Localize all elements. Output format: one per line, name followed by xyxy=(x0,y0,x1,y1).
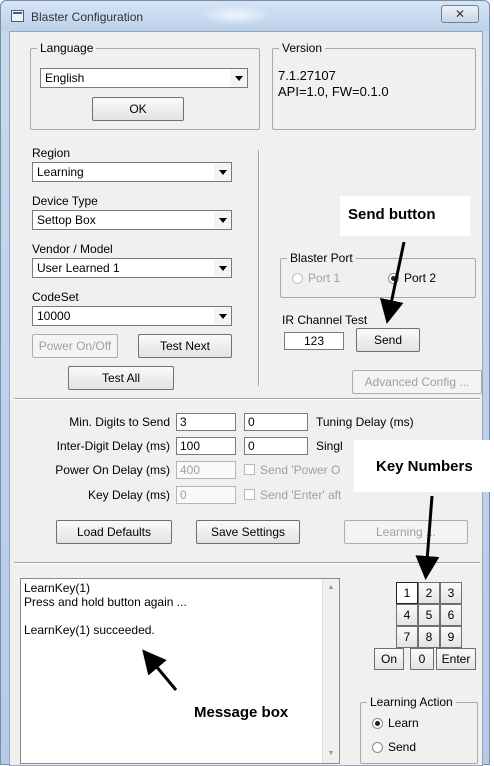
key-on[interactable]: On xyxy=(374,648,404,670)
send-power-label: Send 'Power O xyxy=(260,463,341,477)
device-type-combo[interactable]: Settop Box xyxy=(32,210,232,230)
message-line: LearnKey(1) xyxy=(24,581,91,595)
learn-radio-label: Learn xyxy=(388,716,419,730)
key-delay-input[interactable]: 0 xyxy=(176,486,236,504)
key-6[interactable]: 6 xyxy=(440,604,462,626)
message-line xyxy=(24,609,336,623)
codeset-label: CodeSet xyxy=(32,290,79,304)
chevron-down-icon[interactable] xyxy=(214,259,231,277)
inter-digit-label: Inter-Digit Delay (ms) xyxy=(56,439,170,453)
horizontal-separator-2 xyxy=(14,562,480,564)
port1-radio[interactable] xyxy=(292,273,303,284)
version-legend: Version xyxy=(279,41,326,55)
version-api-fw: API=1.0, FW=0.1.0 xyxy=(278,84,389,99)
window-title: Blaster Configuration xyxy=(31,10,144,24)
title-bar[interactable]: Blaster Configuration ✕ xyxy=(1,1,489,31)
send-radio-label: Send xyxy=(388,740,417,754)
port2-radio[interactable] xyxy=(388,273,399,284)
single-digit-label: Singl xyxy=(316,439,343,453)
send-enter-checkbox[interactable] xyxy=(244,489,255,500)
chevron-down-icon[interactable] xyxy=(214,163,231,181)
device-type-label: Device Type xyxy=(32,194,98,208)
send-button[interactable]: Send xyxy=(356,328,420,352)
language-legend: Language xyxy=(37,41,97,55)
vendor-model-label: Vendor / Model xyxy=(32,242,113,256)
language-combo[interactable]: English xyxy=(40,68,248,88)
learning-button[interactable]: Learning ... xyxy=(344,520,468,544)
power-on-delay-label: Power On Delay (ms) xyxy=(55,463,170,477)
tuning-delay-input[interactable]: 0 xyxy=(244,413,308,431)
send-enter-label: Send 'Enter' aft xyxy=(260,488,342,502)
learning-action-legend: Learning Action xyxy=(367,695,456,709)
ir-channel-test-label: IR Channel Test xyxy=(282,313,368,327)
message-line: Press and hold button again ... xyxy=(24,595,187,609)
region-label: Region xyxy=(32,146,71,160)
window: Blaster Configuration ✕ Language English… xyxy=(0,0,490,766)
load-defaults-button[interactable]: Load Defaults xyxy=(56,520,172,544)
message-box-annotation: Message box xyxy=(194,704,289,721)
key-4[interactable]: 4 xyxy=(396,604,418,626)
horizontal-separator-1 xyxy=(14,398,480,400)
test-all-button[interactable]: Test All xyxy=(68,366,174,390)
blaster-port-legend: Blaster Port xyxy=(287,251,356,265)
ir-channel-input[interactable]: 123 xyxy=(284,332,344,350)
key-8[interactable]: 8 xyxy=(418,626,440,648)
codeset-combo[interactable]: 10000 xyxy=(32,306,232,326)
message-line: LearnKey(1) succeeded. xyxy=(24,623,155,637)
min-digits-input[interactable]: 3 xyxy=(176,413,236,431)
scroll-down-icon[interactable]: ▼ xyxy=(323,747,339,761)
key-enter[interactable]: Enter xyxy=(436,648,476,670)
key-1[interactable]: 1 xyxy=(396,582,418,604)
power-on-delay-input[interactable]: 400 xyxy=(176,461,236,479)
key-2[interactable]: 2 xyxy=(418,582,440,604)
message-box[interactable]: LearnKey(1) Press and hold button again … xyxy=(20,578,340,764)
keypad: 1 2 3 4 5 6 7 8 9 On 0 Enter xyxy=(366,582,478,682)
version-number: 7.1.27107 xyxy=(278,68,336,83)
scroll-up-icon[interactable]: ▲ xyxy=(323,581,339,595)
port2-label: Port 2 xyxy=(404,271,437,285)
inter-digit-input[interactable]: 100 xyxy=(176,437,236,455)
key-3[interactable]: 3 xyxy=(440,582,462,604)
chevron-down-icon[interactable] xyxy=(214,211,231,229)
min-digits-label: Min. Digits to Send xyxy=(69,415,170,429)
message-scrollbar[interactable]: ▲ ▼ xyxy=(322,579,339,763)
codeset-combo-value: 10000 xyxy=(37,309,71,323)
send-power-checkbox[interactable] xyxy=(244,464,255,475)
title-glass-highlight xyxy=(201,5,271,25)
vendor-model-combo-value: User Learned 1 xyxy=(37,261,120,275)
learn-radio[interactable] xyxy=(372,718,383,729)
learning-action-group: Learning Action xyxy=(360,695,478,764)
vertical-separator xyxy=(258,150,260,386)
key-numbers-annotation: Key Numbers xyxy=(376,458,473,475)
key-delay-label: Key Delay (ms) xyxy=(87,488,170,502)
chevron-down-icon[interactable] xyxy=(214,307,231,325)
ok-button[interactable]: OK xyxy=(92,97,184,121)
send-button-annotation: Send button xyxy=(348,206,436,223)
send-radio[interactable] xyxy=(372,742,383,753)
close-button[interactable]: ✕ xyxy=(441,5,479,23)
port1-label: Port 1 xyxy=(308,271,341,285)
key-5[interactable]: 5 xyxy=(418,604,440,626)
vendor-model-combo[interactable]: User Learned 1 xyxy=(32,258,232,278)
key-7[interactable]: 7 xyxy=(396,626,418,648)
app-window-icon xyxy=(11,10,24,22)
key-9[interactable]: 9 xyxy=(440,626,462,648)
advanced-config-button[interactable]: Advanced Config ... xyxy=(352,370,482,394)
key-0[interactable]: 0 xyxy=(410,648,434,670)
region-combo[interactable]: Learning xyxy=(32,162,232,182)
chevron-down-icon[interactable] xyxy=(230,69,247,87)
device-type-combo-value: Settop Box xyxy=(37,213,96,227)
single-digit-input[interactable]: 0 xyxy=(244,437,308,455)
dialog-client-area: Language English OK Version 7.1.27107 AP… xyxy=(9,31,483,766)
tuning-delay-label: Tuning Delay (ms) xyxy=(316,415,414,429)
region-combo-value: Learning xyxy=(37,165,84,179)
test-next-button[interactable]: Test Next xyxy=(138,334,232,358)
power-onoff-button[interactable]: Power On/Off xyxy=(32,334,118,358)
language-combo-value: English xyxy=(45,71,85,85)
save-settings-button[interactable]: Save Settings xyxy=(196,520,300,544)
